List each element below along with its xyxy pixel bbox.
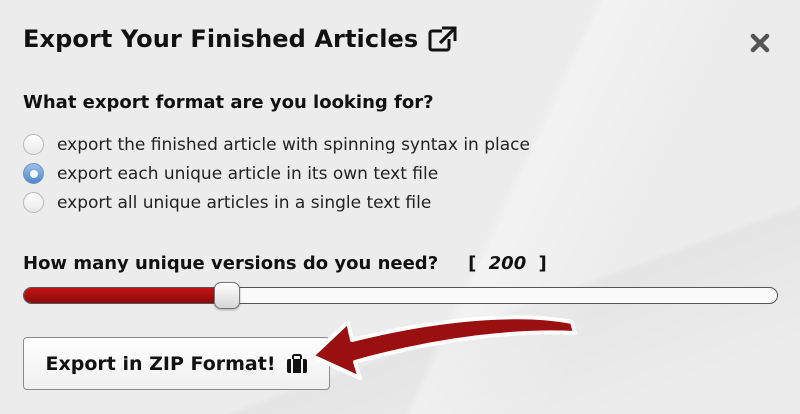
versions-label: How many unique versions do you need? [23,253,439,274]
format-option-label: export the finished article with spinnin… [57,134,530,155]
close-icon [750,33,770,53]
radio-single-file[interactable] [23,192,44,213]
bracket-open: [ [468,253,477,274]
format-option-label: export all unique articles in a single t… [57,192,432,213]
versions-readout: [ 200 ] [468,253,547,274]
versions-row: How many unique versions do you need? [ … [23,253,547,274]
format-options: export the finished article with spinnin… [23,130,530,217]
external-link-icon[interactable] [428,25,459,53]
briefcase-icon [286,353,307,373]
bracket-close: ] [538,253,547,274]
format-option-single-file[interactable]: export all unique articles in a single t… [23,188,530,217]
format-option-separate-files[interactable]: export each unique article in its own te… [23,159,530,188]
format-question-heading: What export format are you looking for? [23,92,434,113]
radio-syntax[interactable] [23,134,44,155]
radio-separate-files[interactable] [23,163,44,184]
export-zip-label: Export in ZIP Format! [45,352,276,375]
export-zip-button[interactable]: Export in ZIP Format! [23,337,330,390]
versions-slider[interactable] [23,282,778,309]
close-button[interactable] [746,29,774,57]
versions-value: 200 [488,253,527,274]
slider-fill [24,288,227,303]
format-option-syntax[interactable]: export the finished article with spinnin… [23,130,530,159]
dialog-title: Export Your Finished Articles [23,25,459,53]
dialog-title-text: Export Your Finished Articles [23,25,419,53]
format-option-label: export each unique article in its own te… [57,163,439,184]
export-dialog: Export Your Finished Articles What expor… [0,0,800,414]
slider-thumb[interactable] [214,282,240,309]
